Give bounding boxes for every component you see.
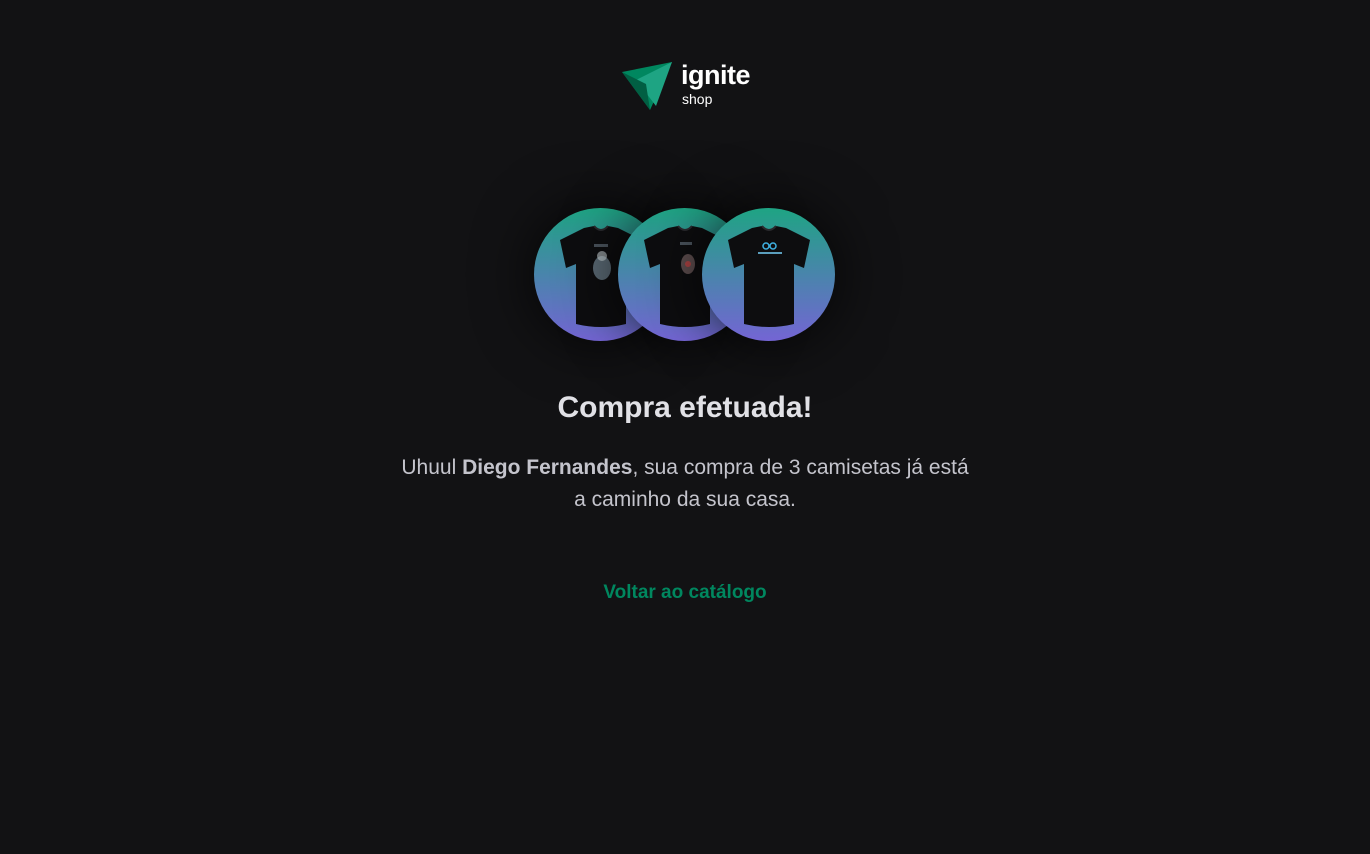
logo-wordmark: ignite <box>681 60 751 90</box>
tshirt-logo-icon <box>728 225 810 327</box>
logo-subtitle: shop <box>682 91 713 107</box>
message-suffix: , sua compra de 3 camisetas já está a ca… <box>574 456 969 511</box>
ignite-shop-logo[interactable]: ignite shop <box>622 58 752 112</box>
page-title: Compra efetuada! <box>557 391 813 424</box>
purchased-products <box>534 208 838 344</box>
product-thumbnail <box>702 208 835 341</box>
logo-triangle-icon <box>622 62 672 110</box>
customer-name: Diego Fernandes <box>462 456 633 479</box>
success-page: ignite shop Compra efetuada! Uhuul Diego… <box>0 0 1370 854</box>
message-prefix: Uhuul <box>401 456 463 479</box>
back-to-catalog-link[interactable]: Voltar ao catálogo <box>0 580 1370 606</box>
back-link-label[interactable]: Voltar ao catálogo <box>603 582 766 603</box>
success-message: Uhuul Diego Fernandes, sua compra de 3 c… <box>400 452 970 516</box>
